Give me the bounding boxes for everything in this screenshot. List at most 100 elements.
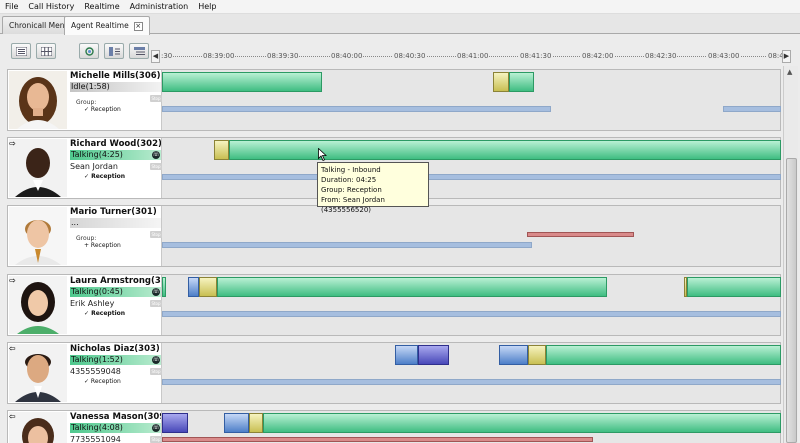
ruler-tick: 08:41:30 (519, 52, 553, 60)
ruler-tick: 08:41:00 (456, 52, 490, 60)
filter-button[interactable] (129, 43, 149, 59)
menu-administration[interactable]: Administration (125, 2, 194, 11)
talking-segment[interactable] (546, 345, 781, 365)
agent-name: Richard Wood(302) (70, 139, 161, 149)
group-value: ✓ Reception (84, 106, 121, 113)
agent-name: Laura Armstrong(31 (70, 276, 161, 286)
hold-segment[interactable] (499, 345, 528, 365)
talking-segment[interactable] (217, 277, 607, 297)
scroll-thumb[interactable] (786, 158, 797, 443)
tab-strip: Chronicall Menu Agent Realtime × (0, 14, 800, 35)
inbound-arrow-icon: ⇨ (9, 139, 16, 148)
columns-button[interactable] (104, 43, 124, 59)
stop-button[interactable]: Stop (150, 436, 162, 443)
ringing-segment[interactable] (493, 72, 509, 92)
tab-label: Chronicall Menu (9, 21, 70, 30)
agent-name: Vanessa Mason(309) (70, 412, 161, 422)
ruler-tick: 08:43:00 (707, 52, 741, 60)
group-value: + Reception (84, 242, 121, 249)
talking-segment[interactable] (229, 140, 781, 160)
mouse-cursor-icon (318, 148, 327, 161)
talking-segment[interactable] (162, 277, 166, 297)
caller-name: Sean Jordan (70, 162, 118, 171)
agent-name: Mario Turner(301) (70, 207, 157, 217)
menu-help[interactable]: Help (193, 2, 221, 11)
scroll-up-icon[interactable]: ▲ (787, 68, 792, 76)
phone-icon[interactable]: ☏ (152, 356, 160, 364)
queue-line (162, 106, 551, 112)
grid-view-button[interactable] (36, 43, 56, 59)
agent-status: Talking(1:52) ☏ (70, 355, 161, 365)
group-label: Group: (76, 235, 97, 242)
agent-row[interactable]: ⇦ Vanessa Mason(309) Talking(4:08) ☏ 7735… (7, 410, 781, 443)
agent-status-text: Talking(4:25) (71, 150, 123, 159)
stop-button[interactable]: Stop (150, 231, 162, 238)
queue-line (162, 242, 532, 248)
ruler-tick: 08:39:30 (266, 52, 300, 60)
hold-segment[interactable] (395, 345, 418, 365)
ruler-tick: :30 (160, 52, 174, 60)
vertical-scrollbar[interactable]: ▲ (783, 66, 798, 443)
ruler-tick: 08:42:30 (644, 52, 678, 60)
agent-timeline (162, 70, 781, 130)
outbound-arrow-icon: ⇦ (9, 412, 16, 421)
stop-button[interactable]: Stop (150, 95, 162, 102)
columns-icon (109, 47, 120, 56)
queue-line (723, 106, 781, 112)
list-view-icon (16, 47, 27, 56)
phone-icon[interactable]: ☏ (152, 288, 160, 296)
agent-panel: ⇦ Nicholas Diaz(303) Talking(1:52) ☏ 4355… (8, 343, 162, 403)
talking-segment[interactable] (263, 413, 781, 433)
hold-segment[interactable] (224, 413, 249, 433)
agent-timeline (162, 275, 781, 335)
missed-line (527, 232, 634, 237)
group-value: ✓ Reception (84, 173, 126, 180)
grid-view-icon (41, 47, 52, 56)
agent-timeline (162, 206, 781, 266)
stop-button[interactable]: Stop (150, 368, 162, 375)
agent-row[interactable]: ⇨ Laura Armstrong(31 Talking(0:45) ☏ Erik… (7, 274, 781, 336)
phone-icon[interactable]: ☏ (152, 424, 160, 432)
ringing-segment[interactable] (528, 345, 546, 365)
refresh-icon (85, 47, 94, 56)
agent-row[interactable]: ⇦ Nicholas Diaz(303) Talking(1:52) ☏ 4355… (7, 342, 781, 404)
agent-status-text: Idle(1:58) (71, 82, 110, 91)
hold-segment[interactable] (188, 277, 199, 297)
stop-button[interactable]: Stop (150, 300, 162, 307)
menu-file[interactable]: File (0, 2, 23, 11)
agent-status-text: Talking(4:08) (71, 423, 123, 432)
tab-agent-realtime[interactable]: Agent Realtime × (64, 16, 150, 35)
timeline-scroll-right-button[interactable]: ▶ (782, 50, 791, 63)
ringing-segment[interactable] (214, 140, 229, 160)
tab-close-button[interactable]: × (133, 21, 143, 31)
ringing-segment[interactable] (249, 413, 263, 433)
menu-call-history[interactable]: Call History (23, 2, 79, 11)
agent-row[interactable]: Michelle Mills(306) Idle(1:58) Group: ✓ … (7, 69, 781, 131)
stop-button[interactable]: Stop (150, 163, 162, 170)
agent-name: Nicholas Diaz(303) (70, 344, 160, 354)
list-view-button[interactable] (11, 43, 31, 59)
agent-status: Talking(4:08) ☏ (70, 423, 161, 433)
timeline-scroll-left-button[interactable]: ◀ (151, 50, 160, 63)
refresh-button[interactable] (79, 43, 99, 59)
wrapup-segment[interactable] (162, 413, 188, 433)
caller-name: Erik Ashley (70, 299, 115, 308)
avatar (9, 344, 67, 402)
ruler-tick: 08:39:00 (202, 52, 236, 60)
talking-segment[interactable] (162, 72, 322, 92)
ringing-segment[interactable] (199, 277, 217, 297)
agent-status: Idle(1:58) (70, 82, 161, 92)
menu-realtime[interactable]: Realtime (79, 2, 124, 11)
queue-line (162, 311, 781, 317)
menu-bar: File Call History Realtime Administratio… (0, 0, 800, 14)
phone-icon[interactable]: ☏ (152, 151, 160, 159)
agent-panel: ⇨ Laura Armstrong(31 Talking(0:45) ☏ Erik… (8, 275, 162, 335)
avatar (9, 412, 67, 443)
tooltip-line: Talking - Inbound (321, 166, 381, 174)
tab-label: Agent Realtime (71, 21, 129, 30)
talking-segment[interactable] (687, 277, 781, 297)
filter-icon (134, 47, 145, 55)
talking-segment[interactable] (509, 72, 534, 92)
agent-panel: ⇨ Richard Wood(302) Talking(4:25) ☏ Sean … (8, 138, 162, 198)
wrapup-segment[interactable] (418, 345, 449, 365)
